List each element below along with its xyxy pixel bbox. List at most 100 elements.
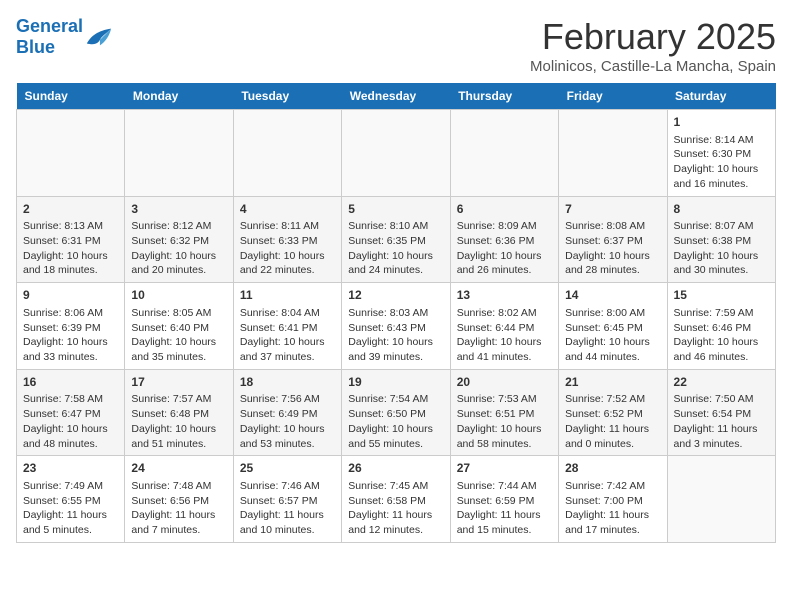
- calendar-cell: [17, 110, 125, 197]
- day-number: 27: [457, 460, 552, 477]
- calendar-cell: 20Sunrise: 7:53 AMSunset: 6:51 PMDayligh…: [450, 369, 558, 456]
- day-info: Sunrise: 7:54 AM: [348, 392, 443, 407]
- day-number: 23: [23, 460, 118, 477]
- day-info: Sunrise: 8:06 AM: [23, 306, 118, 321]
- day-info: Sunrise: 7:56 AM: [240, 392, 335, 407]
- calendar-cell: 7Sunrise: 8:08 AMSunset: 6:37 PMDaylight…: [559, 196, 667, 283]
- day-info: Sunset: 6:31 PM: [23, 234, 118, 249]
- day-info: Sunrise: 8:04 AM: [240, 306, 335, 321]
- logo-text: General Blue: [16, 16, 83, 58]
- day-info: Daylight: 10 hours and 44 minutes.: [565, 335, 660, 364]
- day-number: 28: [565, 460, 660, 477]
- calendar-cell: [125, 110, 233, 197]
- calendar-cell: 4Sunrise: 8:11 AMSunset: 6:33 PMDaylight…: [233, 196, 341, 283]
- day-info: Daylight: 11 hours and 5 minutes.: [23, 508, 118, 537]
- col-header-tuesday: Tuesday: [233, 83, 341, 110]
- col-header-thursday: Thursday: [450, 83, 558, 110]
- day-info: Sunrise: 7:44 AM: [457, 479, 552, 494]
- day-number: 21: [565, 374, 660, 391]
- col-header-wednesday: Wednesday: [342, 83, 450, 110]
- day-info: Sunrise: 8:12 AM: [131, 219, 226, 234]
- day-info: Sunrise: 7:58 AM: [23, 392, 118, 407]
- day-number: 5: [348, 201, 443, 218]
- week-row-3: 9Sunrise: 8:06 AMSunset: 6:39 PMDaylight…: [17, 283, 776, 370]
- day-info: Sunset: 6:35 PM: [348, 234, 443, 249]
- calendar-cell: 3Sunrise: 8:12 AMSunset: 6:32 PMDaylight…: [125, 196, 233, 283]
- col-header-friday: Friday: [559, 83, 667, 110]
- day-info: Sunrise: 7:49 AM: [23, 479, 118, 494]
- day-number: 1: [674, 114, 769, 131]
- day-info: Sunset: 7:00 PM: [565, 494, 660, 509]
- calendar-cell: 25Sunrise: 7:46 AMSunset: 6:57 PMDayligh…: [233, 456, 341, 543]
- day-info: Sunset: 6:39 PM: [23, 321, 118, 336]
- day-info: Sunset: 6:54 PM: [674, 407, 769, 422]
- day-info: Daylight: 10 hours and 28 minutes.: [565, 249, 660, 278]
- calendar-cell: 11Sunrise: 8:04 AMSunset: 6:41 PMDayligh…: [233, 283, 341, 370]
- day-info: Sunrise: 8:13 AM: [23, 219, 118, 234]
- day-info: Sunset: 6:44 PM: [457, 321, 552, 336]
- day-info: Daylight: 10 hours and 55 minutes.: [348, 422, 443, 451]
- day-number: 19: [348, 374, 443, 391]
- day-info: Sunset: 6:33 PM: [240, 234, 335, 249]
- day-info: Daylight: 10 hours and 53 minutes.: [240, 422, 335, 451]
- calendar-cell: 18Sunrise: 7:56 AMSunset: 6:49 PMDayligh…: [233, 369, 341, 456]
- day-info: Daylight: 10 hours and 20 minutes.: [131, 249, 226, 278]
- month-title: February 2025: [530, 16, 776, 58]
- week-row-4: 16Sunrise: 7:58 AMSunset: 6:47 PMDayligh…: [17, 369, 776, 456]
- day-number: 11: [240, 287, 335, 304]
- day-info: Sunrise: 8:05 AM: [131, 306, 226, 321]
- day-info: Daylight: 10 hours and 58 minutes.: [457, 422, 552, 451]
- day-info: Sunrise: 8:03 AM: [348, 306, 443, 321]
- day-info: Sunrise: 7:46 AM: [240, 479, 335, 494]
- calendar-cell: 23Sunrise: 7:49 AMSunset: 6:55 PMDayligh…: [17, 456, 125, 543]
- day-info: Daylight: 11 hours and 15 minutes.: [457, 508, 552, 537]
- calendar-cell: 21Sunrise: 7:52 AMSunset: 6:52 PMDayligh…: [559, 369, 667, 456]
- col-header-saturday: Saturday: [667, 83, 775, 110]
- day-number: 8: [674, 201, 769, 218]
- calendar-cell: 14Sunrise: 8:00 AMSunset: 6:45 PMDayligh…: [559, 283, 667, 370]
- day-info: Sunset: 6:52 PM: [565, 407, 660, 422]
- day-info: Daylight: 10 hours and 30 minutes.: [674, 249, 769, 278]
- day-info: Sunset: 6:41 PM: [240, 321, 335, 336]
- calendar-cell: 10Sunrise: 8:05 AMSunset: 6:40 PMDayligh…: [125, 283, 233, 370]
- calendar-table: SundayMondayTuesdayWednesdayThursdayFrid…: [16, 83, 776, 543]
- day-number: 24: [131, 460, 226, 477]
- day-info: Sunrise: 8:11 AM: [240, 219, 335, 234]
- day-info: Daylight: 11 hours and 12 minutes.: [348, 508, 443, 537]
- day-info: Daylight: 11 hours and 17 minutes.: [565, 508, 660, 537]
- calendar-cell: 15Sunrise: 7:59 AMSunset: 6:46 PMDayligh…: [667, 283, 775, 370]
- day-info: Daylight: 10 hours and 26 minutes.: [457, 249, 552, 278]
- day-info: Sunset: 6:38 PM: [674, 234, 769, 249]
- day-info: Sunset: 6:50 PM: [348, 407, 443, 422]
- day-info: Daylight: 10 hours and 48 minutes.: [23, 422, 118, 451]
- day-info: Sunrise: 8:00 AM: [565, 306, 660, 321]
- day-info: Sunset: 6:32 PM: [131, 234, 226, 249]
- day-info: Sunset: 6:48 PM: [131, 407, 226, 422]
- day-number: 25: [240, 460, 335, 477]
- calendar-cell: 2Sunrise: 8:13 AMSunset: 6:31 PMDaylight…: [17, 196, 125, 283]
- calendar-cell: 24Sunrise: 7:48 AMSunset: 6:56 PMDayligh…: [125, 456, 233, 543]
- day-info: Daylight: 10 hours and 33 minutes.: [23, 335, 118, 364]
- week-row-2: 2Sunrise: 8:13 AMSunset: 6:31 PMDaylight…: [17, 196, 776, 283]
- day-info: Sunset: 6:40 PM: [131, 321, 226, 336]
- day-info: Sunset: 6:36 PM: [457, 234, 552, 249]
- day-info: Sunrise: 8:02 AM: [457, 306, 552, 321]
- col-header-sunday: Sunday: [17, 83, 125, 110]
- day-number: 22: [674, 374, 769, 391]
- day-info: Sunrise: 7:52 AM: [565, 392, 660, 407]
- day-info: Sunrise: 8:07 AM: [674, 219, 769, 234]
- day-number: 18: [240, 374, 335, 391]
- day-info: Sunset: 6:59 PM: [457, 494, 552, 509]
- day-info: Daylight: 10 hours and 39 minutes.: [348, 335, 443, 364]
- calendar-cell: 9Sunrise: 8:06 AMSunset: 6:39 PMDaylight…: [17, 283, 125, 370]
- day-info: Sunrise: 7:45 AM: [348, 479, 443, 494]
- calendar-cell: [559, 110, 667, 197]
- day-info: Daylight: 10 hours and 35 minutes.: [131, 335, 226, 364]
- day-info: Sunrise: 7:57 AM: [131, 392, 226, 407]
- calendar-cell: 16Sunrise: 7:58 AMSunset: 6:47 PMDayligh…: [17, 369, 125, 456]
- calendar-cell: [667, 456, 775, 543]
- day-number: 26: [348, 460, 443, 477]
- day-info: Sunrise: 8:10 AM: [348, 219, 443, 234]
- day-info: Daylight: 10 hours and 24 minutes.: [348, 249, 443, 278]
- calendar-cell: 19Sunrise: 7:54 AMSunset: 6:50 PMDayligh…: [342, 369, 450, 456]
